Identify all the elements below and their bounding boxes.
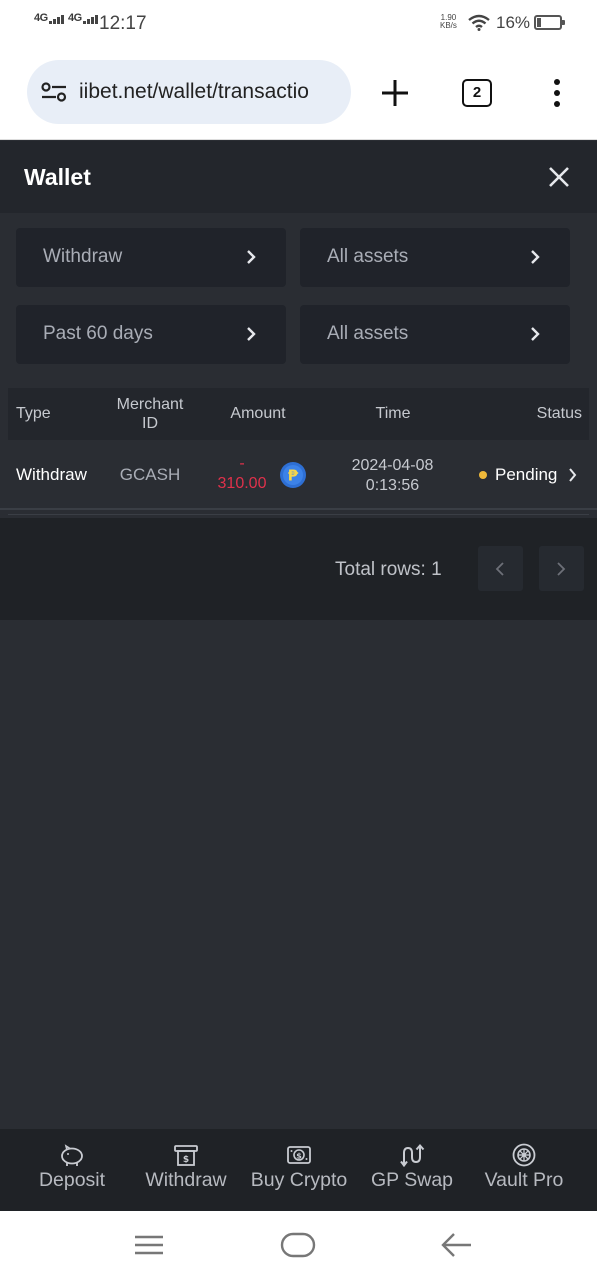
page-title: Wallet: [24, 164, 91, 190]
banknote-icon: $: [287, 1146, 311, 1164]
nav-withdraw-label: Withdraw: [145, 1169, 227, 1191]
svg-text:$: $: [183, 1155, 189, 1165]
withdraw-icon: $: [174, 1145, 198, 1166]
header-merchant-line2: ID: [142, 415, 158, 432]
svg-text:$: $: [296, 1152, 302, 1161]
total-rows-label: Total rows: 1: [335, 559, 442, 580]
assets-filter-value: All assets: [327, 246, 409, 267]
chevron-right-icon: [247, 250, 256, 264]
cell-type: Withdraw: [16, 465, 87, 484]
cell-merchant-id: GCASH: [119, 465, 181, 484]
amount-sign: -: [239, 455, 245, 472]
table-row[interactable]: Withdraw GCASH - 310.00 ₱ 2024-04-08 0:1…: [0, 440, 597, 510]
nav-deposit[interactable]: Deposit: [16, 1129, 128, 1211]
swap-icon: [400, 1143, 425, 1167]
assets-filter-select-2[interactable]: All assets: [300, 305, 570, 364]
battery-percent: 16%: [496, 13, 531, 32]
row-divider: [8, 514, 589, 515]
nav-deposit-label: Deposit: [38, 1169, 106, 1191]
nav-buy-crypto-label: Buy Crypto: [250, 1169, 348, 1191]
chevron-left-icon: [495, 562, 504, 576]
header-merchant-line1: Merchant: [116, 396, 184, 413]
wallet-bottom-nav: Deposit $ Withdraw $ Buy Crypto GP Swap: [0, 1129, 597, 1211]
wallet-header: Wallet: [0, 141, 597, 213]
signal-icon: [82, 12, 99, 24]
url-text[interactable]: iibet.net/wallet/transactio: [79, 80, 309, 104]
network-speed: 1.90 KB/s: [440, 14, 457, 30]
type-filter-select[interactable]: Withdraw: [16, 228, 286, 287]
site-settings-icon[interactable]: [41, 82, 67, 102]
clock: 12:17: [99, 13, 147, 34]
network-type-label: 4G: [68, 12, 82, 24]
next-page-button[interactable]: [539, 546, 584, 591]
nav-vault-pro-label: Vault Pro: [484, 1169, 564, 1191]
chevron-right-icon: [531, 250, 540, 264]
svg-text:₱: ₱: [288, 467, 299, 485]
cell-time: 2024-04-08 0:13:56: [335, 456, 450, 496]
signal-icon: [48, 12, 65, 24]
chevron-right-icon: [557, 562, 566, 576]
assets-filter-select[interactable]: All assets: [300, 228, 570, 287]
header-type: Type: [16, 405, 51, 422]
vault-icon: [512, 1143, 536, 1167]
pagination-bar: Total rows: 1: [0, 518, 597, 620]
cell-status: Pending: [495, 465, 558, 484]
network-indicator-1: 4G: [34, 12, 65, 24]
period-filter-select[interactable]: Past 60 days: [16, 305, 286, 364]
nav-gp-swap-label: GP Swap: [370, 1169, 454, 1191]
nav-gp-swap[interactable]: GP Swap: [356, 1129, 468, 1211]
pending-status-dot: [479, 471, 487, 479]
recent-apps-icon[interactable]: [134, 1234, 164, 1256]
close-icon[interactable]: [548, 166, 570, 188]
system-nav-bar: [0, 1211, 597, 1280]
home-icon[interactable]: [280, 1232, 316, 1258]
chevron-right-icon: [247, 327, 256, 341]
battery-icon: [534, 15, 565, 30]
nav-buy-crypto[interactable]: $ Buy Crypto: [243, 1129, 355, 1211]
type-filter-value: Withdraw: [43, 246, 123, 267]
peso-coin-icon: ₱: [280, 462, 306, 488]
browser-toolbar: iibet.net/wallet/transactio 2: [0, 48, 597, 140]
header-time: Time: [375, 405, 411, 422]
amount-value: 310.00: [217, 475, 267, 492]
header-amount: Amount: [230, 405, 286, 422]
address-bar[interactable]: iibet.net/wallet/transactio: [27, 60, 351, 124]
network-indicator-2: 4G: [68, 12, 99, 24]
wifi-icon: [468, 14, 490, 31]
prev-page-button[interactable]: [478, 546, 523, 591]
cell-amount: - 310.00: [212, 454, 272, 494]
tab-switcher-button[interactable]: 2: [462, 79, 492, 107]
chevron-right-icon[interactable]: [568, 468, 577, 482]
header-merchant-id: Merchant ID: [108, 395, 192, 433]
time-clock: 0:13:56: [365, 477, 420, 494]
nav-vault-pro[interactable]: Vault Pro: [468, 1129, 580, 1211]
new-tab-icon[interactable]: [380, 78, 410, 108]
table-header: Type Merchant ID Amount Time Status: [8, 388, 589, 440]
back-icon[interactable]: [440, 1232, 472, 1258]
period-filter-value: Past 60 days: [43, 323, 153, 344]
browser-menu-icon[interactable]: [553, 79, 561, 107]
chevron-right-icon: [531, 327, 540, 341]
speed-unit: KB/s: [440, 21, 457, 30]
nav-withdraw[interactable]: $ Withdraw: [130, 1129, 242, 1211]
status-bar: 4G 4G 12:17 1.90 KB/s 16%: [0, 0, 597, 48]
time-date: 2024-04-08: [351, 457, 434, 474]
piggy-bank-icon: [61, 1144, 83, 1166]
assets-filter-value: All assets: [327, 323, 409, 344]
header-status: Status: [536, 405, 582, 422]
network-type-label: 4G: [34, 12, 48, 24]
